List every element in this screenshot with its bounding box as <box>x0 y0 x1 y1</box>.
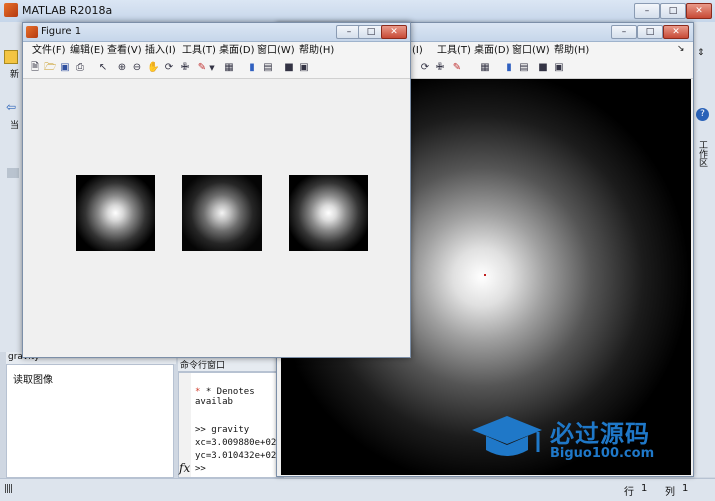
file-details-panel: 读取图像 <box>6 364 174 478</box>
status-row-value: 1 <box>641 483 648 494</box>
figure1-app-icon <box>26 26 38 38</box>
figure2-centroid-marker <box>484 274 486 276</box>
sidebar-hint-current: 当 <box>10 121 20 131</box>
figure1-titlebar: Figure 1 – □ ✕ <box>23 23 410 42</box>
matlab-minimize-button[interactable]: – <box>634 3 660 19</box>
print-icon[interactable]: ⎙ <box>74 62 86 74</box>
status-row-label: 行 <box>624 487 634 498</box>
figure1-menu-help-label: 帮助(H) <box>299 45 335 56</box>
toolbar-overflow-icon[interactable]: ⇕ <box>697 48 705 58</box>
command-line-5: yc=3.010432e+02 <box>195 451 277 461</box>
matlab-logo-icon <box>4 3 18 17</box>
watermark-url: Biguo100.com <box>550 446 655 461</box>
figure2-minimize-button[interactable]: – <box>611 25 637 39</box>
insert-legend-icon[interactable]: ▤ <box>262 62 274 74</box>
figure2-datacursor-icon[interactable]: ✙ <box>434 62 446 74</box>
sidebar-scroll-thumb[interactable] <box>7 168 19 178</box>
new-figure-icon[interactable]: 🗎 <box>29 62 41 74</box>
status-col-label: 列 <box>665 487 675 498</box>
matlab-titlebar: MATLAB R2018a – □ ✕ <box>0 0 715 23</box>
insert-colorbar-icon[interactable]: ▮ <box>246 62 258 74</box>
command-line-4: xc=3.009880e+02 <box>195 438 277 448</box>
brush-icon[interactable]: ✎ <box>196 62 208 74</box>
data-cursor-icon[interactable]: ✙ <box>179 62 191 74</box>
rotate-3d-icon[interactable]: ⟳ <box>163 62 175 74</box>
figure1-menu-window-label: 窗口(W) <box>257 45 295 56</box>
figure1-menu-help[interactable]: 帮助(H) <box>294 43 339 59</box>
hide-plot-tools-icon[interactable]: ■ <box>283 62 295 74</box>
figure2-colorbar-icon[interactable]: ▮ <box>503 62 515 74</box>
figure2-menu-window[interactable]: 窗口(W) <box>507 43 555 59</box>
figure1-menu-insert[interactable]: 插入(I) <box>140 43 181 59</box>
workspace-tab[interactable]: 工作区 <box>697 140 709 167</box>
toolstrip-new-icon[interactable] <box>4 50 18 64</box>
command-line-1-text: * Denotes availab <box>195 387 255 407</box>
figure1-close-button[interactable]: ✕ <box>381 25 407 39</box>
watermark-name: 必过源码 <box>550 420 650 448</box>
help-icon[interactable]: ? <box>696 108 709 121</box>
figure2-menu-window-label: 窗口(W) <box>512 45 550 56</box>
link-plot-icon[interactable]: ▦ <box>223 62 235 74</box>
command-line-1: * * Denotes availab <box>195 387 255 407</box>
figure2-hide-tools-icon[interactable]: ■ <box>537 62 549 74</box>
show-plot-tools-icon[interactable]: ▣ <box>298 62 310 74</box>
figure2-link-icon[interactable]: ▦ <box>479 62 491 74</box>
subplot-2-image <box>182 175 262 251</box>
graduation-cap-logo-icon <box>472 416 542 456</box>
figure2-menu-dock-icon[interactable]: ↘ <box>677 44 685 54</box>
brush-dropdown-icon[interactable]: ▼ <box>208 62 216 74</box>
status-grip-icon: |||| <box>4 484 13 494</box>
matlab-close-button[interactable]: ✕ <box>686 3 712 19</box>
figure1-window: Figure 1 – □ ✕ 文件(F) 编辑(E) 查看(V) 插入(I) 工… <box>22 22 411 358</box>
figure1-toolbar: 🗎 🗁 ▣ ⎙ ↖ ⊕ ⊖ ✋ ⟳ ✙ ✎ ▼ ▦ ▮ ▤ ■ ▣ <box>23 60 410 79</box>
zoom-out-icon[interactable]: ⊖ <box>131 62 143 74</box>
status-col-value: 1 <box>682 483 689 494</box>
command-prompt[interactable]: >> <box>195 464 206 474</box>
save-icon[interactable]: ▣ <box>59 62 71 74</box>
subplot-1-image <box>76 175 155 251</box>
matlab-title: MATLAB R2018a <box>22 4 113 17</box>
matlab-maximize-button[interactable]: □ <box>660 3 686 19</box>
watermark: 必过源码 Biguo100.com <box>470 410 690 468</box>
figure1-menu-insert-label: 插入(I) <box>145 45 176 56</box>
command-window-title: 命令行窗口 <box>180 361 226 371</box>
pan-hand-icon[interactable]: ✋ <box>147 62 159 74</box>
figure2-menu-help[interactable]: 帮助(H) <box>549 43 594 59</box>
figure2-menu-help-label: 帮助(H) <box>554 45 590 56</box>
sidebar-hint-new: 新 <box>10 70 20 80</box>
matlab-left-strip: 新 ⇦ 当 <box>0 22 23 352</box>
figure2-legend-icon[interactable]: ▤ <box>518 62 530 74</box>
command-window[interactable]: * * Denotes availab >> gravity xc=3.0098… <box>178 372 284 478</box>
figure1-menubar: 文件(F) 编辑(E) 查看(V) 插入(I) 工具(T) 桌面(D) 窗口(W… <box>23 42 410 60</box>
edit-plot-arrow-icon[interactable]: ↖ <box>97 62 109 74</box>
figure2-rotate-icon[interactable]: ⟳ <box>419 62 431 74</box>
figure2-show-tools-icon[interactable]: ▣ <box>553 62 565 74</box>
figure1-title: Figure 1 <box>41 26 82 37</box>
fx-icon[interactable]: fx <box>179 461 190 475</box>
figure1-menu-window[interactable]: 窗口(W) <box>252 43 300 59</box>
open-file-icon[interactable]: 🗁 <box>44 62 56 74</box>
figure2-close-button[interactable]: ✕ <box>663 25 689 39</box>
status-bar: |||| 行 1 列 1 <box>0 478 715 501</box>
zoom-in-icon[interactable]: ⊕ <box>116 62 128 74</box>
file-details-description: 读取图像 <box>13 375 53 386</box>
command-window-header: 命令行窗口 <box>178 358 282 372</box>
figure2-brush-icon[interactable]: ✎ <box>451 62 463 74</box>
back-arrow-icon[interactable]: ⇦ <box>6 100 16 114</box>
command-line-3: >> gravity <box>195 425 250 435</box>
figure2-maximize-button[interactable]: □ <box>637 25 663 39</box>
subplot-3-image <box>289 175 368 251</box>
